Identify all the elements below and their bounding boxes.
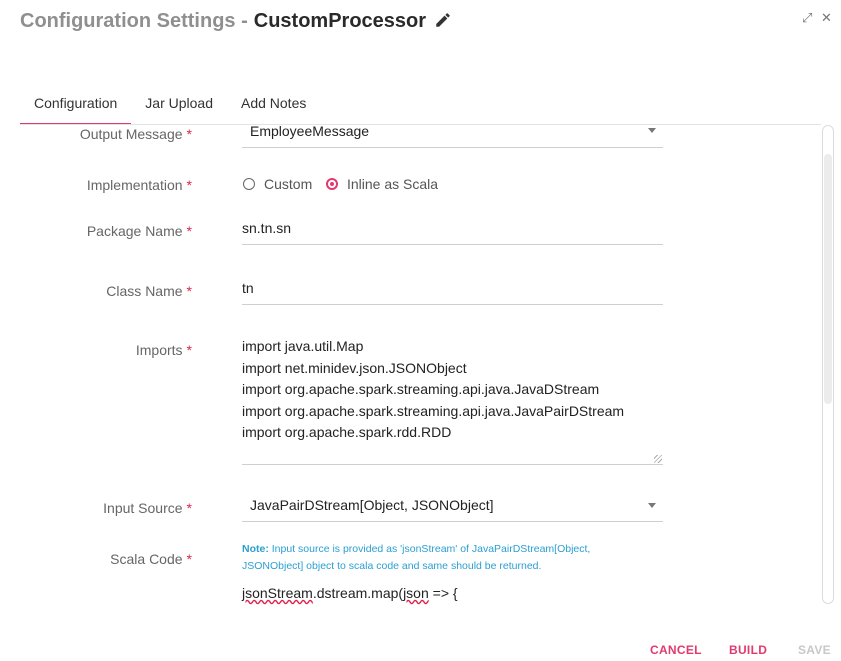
import-line: import org.apache.spark.streaming.api.ja…: [242, 402, 625, 419]
scala-code-note: Note: Input source is provided as 'jsonS…: [242, 541, 642, 575]
scala-code-label: Scala Code *: [110, 551, 192, 567]
scala-code-editor[interactable]: jsonStream.dstream.map(json => {: [242, 585, 458, 601]
code-token: => {: [428, 585, 458, 601]
package-name-input[interactable]: sn.tn.sn: [242, 217, 663, 245]
radio-inline-scala[interactable]: Inline as Scala: [326, 176, 438, 192]
tab-configuration[interactable]: Configuration: [20, 93, 132, 125]
tab-jar-upload[interactable]: Jar Upload: [131, 93, 227, 123]
code-token: json: [403, 585, 429, 601]
form-scrollbar[interactable]: [822, 125, 834, 604]
imports-textarea[interactable]: import java.util.Map import net.minidev.…: [242, 336, 663, 465]
close-icon[interactable]: ✕: [821, 10, 832, 26]
package-name-value: sn.tn.sn: [242, 220, 292, 236]
dialog-title: Configuration Settings - CustomProcessor: [20, 10, 452, 35]
expand-icon[interactable]: ⤢: [802, 10, 812, 26]
dropdown-caret-icon: [648, 128, 656, 133]
output-message-label: Output Message *: [79, 126, 192, 142]
radio-checked-icon: [326, 178, 338, 190]
input-source-select[interactable]: JavaPairDStream[Object, JSONObject]: [242, 493, 663, 522]
package-name-label: Package Name *: [86, 223, 192, 239]
import-line: import org.apache.spark.rdd.RDD: [242, 424, 452, 440]
import-line: import java.util.Map: [242, 338, 364, 354]
processor-name: CustomProcessor: [253, 10, 427, 32]
save-button[interactable]: SAVE: [798, 643, 831, 657]
output-message-select[interactable]: EmployeeMessage: [242, 125, 663, 148]
import-line: import net.minidev.json.JSONObject: [242, 359, 467, 376]
class-name-input[interactable]: tn: [242, 277, 663, 305]
radio-inline-scala-label: Inline as Scala: [347, 176, 439, 192]
build-button[interactable]: BUILD: [729, 643, 767, 657]
class-name-value: tn: [242, 280, 254, 296]
output-message-value: EmployeeMessage: [250, 125, 370, 139]
tab-bar: Configuration Jar Upload Add Notes: [20, 93, 320, 125]
note-label: Note:: [242, 543, 269, 555]
implementation-label: Implementation *: [86, 177, 192, 193]
import-line: import org.apache.spark.streaming.api.ja…: [242, 381, 600, 397]
input-source-label: Input Source *: [103, 500, 192, 516]
imports-label: Imports *: [135, 342, 192, 358]
edit-pencil-icon[interactable]: [434, 11, 452, 35]
form-content: Output Message * EmployeeMessage Implemen…: [0, 125, 820, 605]
scrollbar-thumb[interactable]: [824, 154, 832, 404]
resize-grip-icon[interactable]: [654, 455, 662, 463]
cancel-button[interactable]: CANCEL: [650, 643, 702, 657]
dropdown-caret-icon: [648, 503, 656, 508]
input-source-value: JavaPairDStream[Object, JSONObject]: [250, 497, 494, 513]
code-token: .dstream.map(: [312, 585, 404, 601]
radio-unchecked-icon: [243, 178, 255, 190]
radio-custom-label: Custom: [264, 176, 313, 192]
code-token: jsonStream: [242, 585, 313, 601]
radio-custom[interactable]: Custom: [243, 176, 312, 192]
title-prefix: Configuration Settings -: [20, 10, 248, 32]
class-name-label: Class Name *: [106, 283, 192, 299]
note-text: Input source is provided as 'jsonStream'…: [242, 543, 591, 572]
tab-add-notes[interactable]: Add Notes: [227, 93, 320, 123]
